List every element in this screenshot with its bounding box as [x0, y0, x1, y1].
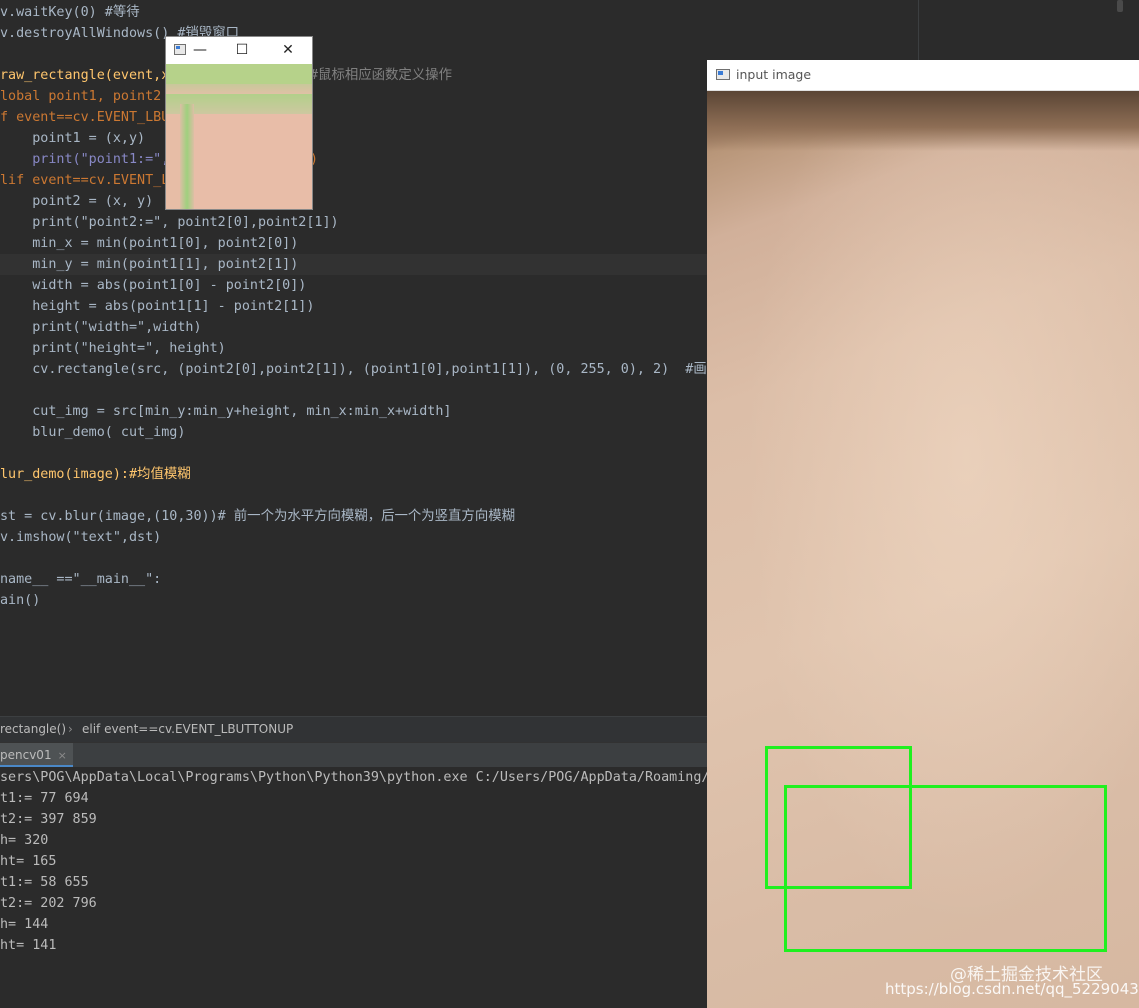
- editor-guide-line: [918, 0, 919, 60]
- breadcrumb: rectangle() › elif event==cv.EVENT_LBUTT…: [0, 716, 707, 742]
- run-tab[interactable]: pencv01 ×: [0, 743, 73, 767]
- console-line: t2:= 202 796: [0, 896, 97, 911]
- blurred-crop-image: [166, 64, 312, 209]
- console-line: t2:= 397 859: [0, 812, 97, 827]
- code-line[interactable]: f event==cv.EVENT_LBU: [0, 107, 169, 128]
- close-icon[interactable]: ×: [58, 749, 67, 762]
- code-line[interactable]: ain(): [0, 590, 40, 611]
- input-image-canvas[interactable]: [707, 91, 1139, 1008]
- watermark-url: https://blog.csdn.net/qq_52290436: [885, 980, 1139, 998]
- code-line[interactable]: raw_rectangle(event,x: [0, 65, 169, 86]
- window-title-bar[interactable]: — ☐ ✕: [166, 37, 312, 64]
- code-line[interactable]: width = abs(point1[0] - point2[0]): [0, 275, 306, 296]
- code-line[interactable]: lobal point1, point2: [0, 86, 161, 107]
- code-line[interactable]: print("point1:=",p: [0, 149, 177, 170]
- blur-result-window[interactable]: — ☐ ✕: [166, 37, 312, 209]
- console-line: h= 320: [0, 833, 49, 848]
- app-icon: [716, 69, 730, 80]
- editor-right-area: [707, 0, 1139, 60]
- close-button[interactable]: ✕: [274, 37, 302, 64]
- code-line[interactable]: v.imshow("text",dst): [0, 527, 161, 548]
- code-line[interactable]: print("point2:=", point2[0],point2[1]): [0, 212, 338, 233]
- breadcrumb-item-function[interactable]: rectangle(): [0, 717, 66, 742]
- breadcrumb-item-branch[interactable]: elif event==cv.EVENT_LBUTTONUP: [82, 717, 293, 742]
- code-line[interactable]: v.waitKey(0) #等待: [0, 2, 140, 23]
- code-line[interactable]: height = abs(point1[1] - point2[1]): [0, 296, 314, 317]
- code-line[interactable]: cut_img = src[min_y:min_y+height, min_x:…: [0, 401, 451, 422]
- selection-rectangle: [784, 785, 1107, 952]
- console-line: t1:= 77 694: [0, 791, 89, 806]
- console-line: t1:= 58 655: [0, 875, 89, 890]
- app-icon: [174, 44, 186, 55]
- code-line[interactable]: print("height=", height): [0, 338, 226, 359]
- input-image-window[interactable]: input image: [707, 60, 1139, 1008]
- console-line: sers\POG\AppData\Local\Programs\Python\P…: [0, 770, 718, 785]
- scrollbar-thumb[interactable]: [1117, 0, 1123, 12]
- window-title: input image: [736, 67, 812, 82]
- code-line[interactable]: min_x = min(point1[0], point2[0]): [0, 233, 298, 254]
- code-line[interactable]: lif event==cv.EVENT_L: [0, 170, 169, 191]
- chevron-right-icon: ›: [68, 722, 73, 736]
- code-editor[interactable]: v.waitKey(0) #等待 v.destroyAllWindows() #…: [0, 0, 707, 716]
- code-line[interactable]: name__ =="__main__":: [0, 569, 161, 590]
- console-line: ht= 165: [0, 854, 57, 869]
- minimize-button[interactable]: —: [186, 37, 214, 64]
- maximize-button[interactable]: ☐: [228, 37, 256, 64]
- console-line: ht= 141: [0, 938, 57, 953]
- shadow-region: [707, 91, 1139, 151]
- code-line[interactable]: cv.rectangle(src, (point2[0],point2[1]),…: [0, 359, 707, 380]
- window-title-bar[interactable]: input image: [707, 60, 1139, 91]
- code-line[interactable]: st = cv.blur(image,(10,30))# 前一个为水平方向模糊，…: [0, 506, 515, 527]
- run-tabs: pencv01 ×: [0, 742, 707, 768]
- code-line[interactable]: lur_demo(image):#均值模糊: [0, 464, 191, 485]
- run-console[interactable]: sers\POG\AppData\Local\Programs\Python\P…: [0, 767, 718, 1008]
- code-line[interactable]: min_y = min(point1[1], point2[1]): [0, 254, 298, 275]
- console-line: h= 144: [0, 917, 49, 932]
- code-line[interactable]: point2 = (x, y): [0, 191, 153, 212]
- run-tab-label: pencv01: [0, 748, 52, 762]
- code-line[interactable]: blur_demo( cut_img): [0, 422, 185, 443]
- code-line[interactable]: point1 = (x,y): [0, 128, 145, 149]
- code-comment: #鼠标相应函数定义操作: [310, 68, 452, 83]
- code-line[interactable]: print("width=",width): [0, 317, 201, 338]
